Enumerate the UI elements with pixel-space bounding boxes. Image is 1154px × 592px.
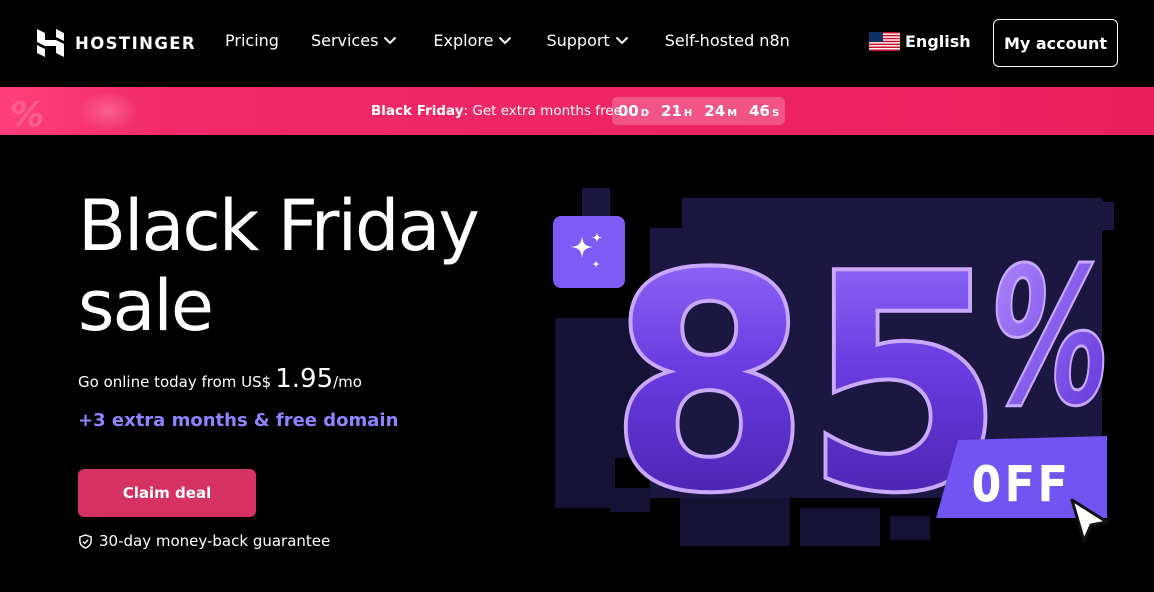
hero-title-line1: Black Friday (78, 185, 480, 267)
hostinger-logo-icon (37, 29, 64, 57)
countdown-days: 00 D (618, 102, 649, 120)
off-label: OFF (972, 457, 1071, 513)
main-nav: Pricing Services Explore Support Self-ho… (225, 31, 790, 50)
chevron-down-icon (384, 36, 397, 45)
logo-text: HOSTINGER (75, 33, 197, 53)
percent-sign: % (990, 227, 1110, 448)
extra-offer-text: +3 extra months & free domain (78, 410, 399, 431)
discount-number: 85 (608, 210, 998, 553)
guarantee-text: 30-day money-back guarantee (99, 532, 331, 550)
language-label: English (905, 32, 971, 51)
countdown-timer: 00 D 21 H 24 M 46 S (612, 97, 785, 125)
discount-illustration: 85 % OFF (553, 188, 1114, 553)
countdown-days-unit: D (640, 108, 650, 119)
nav-services[interactable]: Services (311, 31, 397, 50)
hero-title-line2: sale (78, 265, 214, 347)
shield-check-icon (79, 533, 92, 549)
countdown-hours: 21 H (661, 102, 692, 120)
subtitle-prefix: Go online today from US$ (78, 373, 272, 391)
site-header: HOSTINGER Pricing Services Explore Suppo… (0, 0, 1154, 87)
nav-pricing-label: Pricing (225, 31, 279, 50)
countdown-minutes-value: 24 (704, 102, 726, 120)
countdown-seconds: 46 S (749, 102, 779, 120)
nav-services-label: Services (310, 31, 379, 50)
percent-decoration: % (10, 95, 45, 135)
countdown-minutes: 24 M (704, 102, 737, 120)
my-account-button[interactable]: My account (993, 19, 1118, 67)
promo-banner[interactable]: % Black Friday: Get extra months free (0, 87, 1154, 135)
nav-pricing[interactable]: Pricing (225, 31, 279, 50)
nav-explore[interactable]: Explore (433, 31, 512, 50)
nav-support-label: Support (546, 31, 610, 50)
nav-self-hosted-label: Self-hosted n8n (664, 31, 790, 50)
hostinger-logo[interactable]: HOSTINGER (37, 29, 196, 57)
banner-text: Black Friday: Get extra months free (371, 103, 622, 119)
price-period: /mo (333, 373, 362, 391)
us-flag-icon (869, 32, 900, 51)
chevron-down-icon (499, 36, 512, 45)
countdown-seconds-unit: S (771, 108, 780, 119)
countdown-days-value: 00 (617, 102, 639, 120)
banner-glow-decoration (78, 91, 138, 131)
nav-self-hosted-n8n[interactable]: Self-hosted n8n (665, 31, 790, 50)
nav-explore-label: Explore (433, 31, 494, 50)
language-selector[interactable]: English (869, 32, 971, 51)
countdown-minutes-unit: M (727, 108, 738, 119)
price-value: 1.95 (275, 364, 334, 394)
nav-support[interactable]: Support (546, 31, 628, 50)
claim-deal-button[interactable]: Claim deal (78, 469, 256, 517)
chevron-down-icon (615, 36, 628, 45)
hero-subtitle: Go online today from US$ 1.95/mo (78, 364, 362, 394)
countdown-seconds-value: 46 (749, 102, 770, 120)
banner-bold: Black Friday (371, 103, 464, 119)
hero-title: Black Friday sale (78, 185, 480, 347)
countdown-hours-value: 21 (661, 102, 682, 120)
money-back-guarantee: 30-day money-back guarantee (78, 532, 330, 550)
countdown-hours-unit: H (683, 108, 693, 119)
banner-rest: : Get extra months free (463, 103, 622, 119)
